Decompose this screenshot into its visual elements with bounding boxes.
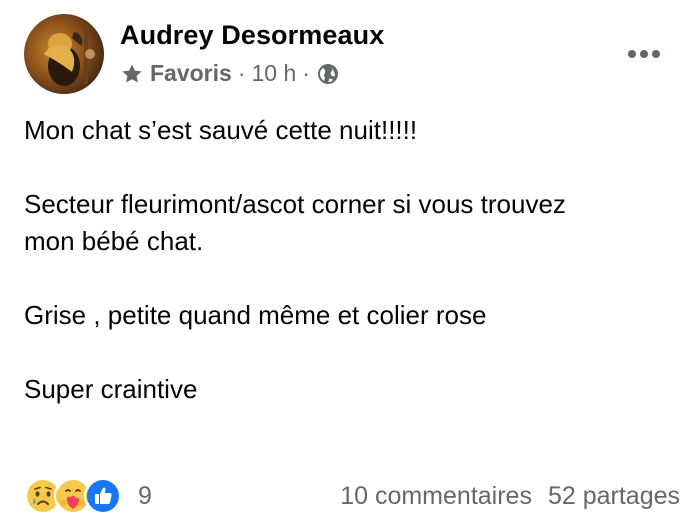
reactions-summary[interactable] <box>24 477 122 515</box>
reaction-count[interactable]: 9 <box>138 482 152 511</box>
audience-label[interactable]: Favoris <box>150 60 232 87</box>
comments-link[interactable]: 10 commentaires <box>340 482 532 511</box>
like-icon <box>84 477 122 515</box>
post-line: mon bébé chat. <box>24 226 204 256</box>
avatar-image <box>44 24 95 86</box>
author-name[interactable]: Audrey Desormeaux <box>120 20 384 51</box>
post-meta: Favoris · 10 h · <box>120 60 340 87</box>
post-text: Mon chat s’est sauvé cette nuit!!!!! Sec… <box>24 112 664 408</box>
post-footer: 9 10 commentaires 52 partages <box>24 474 684 518</box>
post-header: Audrey Desormeaux Favoris · 10 h · <box>24 14 684 98</box>
post-line: Mon chat s’est sauvé cette nuit!!!!! <box>24 115 418 145</box>
post-line: Secteur fleurimont/ascot corner si vous … <box>24 189 566 219</box>
post-line: Super craintive <box>24 374 198 404</box>
star-icon <box>122 64 142 82</box>
avatar[interactable] <box>24 14 104 94</box>
engagement-stats: 10 commentaires 52 partages <box>340 482 680 511</box>
meta-separator: · <box>237 60 246 86</box>
shares-link[interactable]: 52 partages <box>548 482 680 511</box>
post-time[interactable]: 10 h <box>252 60 297 87</box>
meta-separator-2: · <box>302 60 310 86</box>
more-options-button[interactable] <box>628 50 660 58</box>
more-icon <box>628 50 636 58</box>
post-line: Grise , petite quand même et colier rose <box>24 300 487 330</box>
globe-icon[interactable] <box>316 62 340 86</box>
